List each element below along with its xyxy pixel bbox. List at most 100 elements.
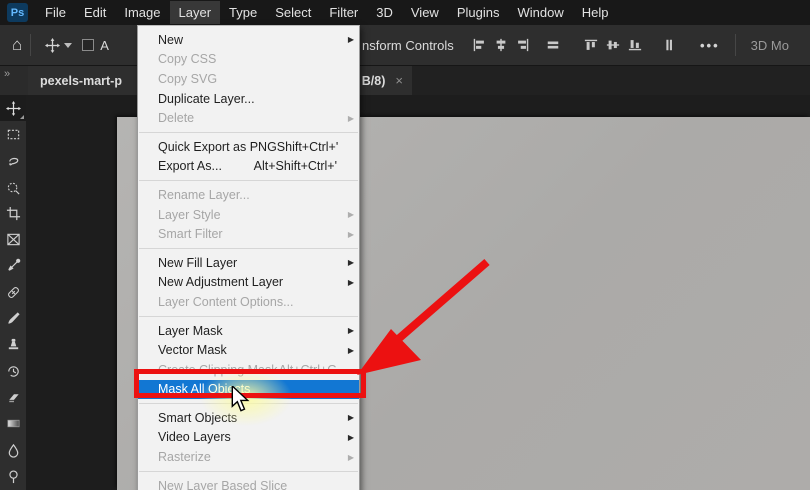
align-center-bars-icon[interactable] bbox=[544, 34, 561, 56]
gradient-tool[interactable] bbox=[0, 411, 26, 437]
photoshop-window: Ps File Edit Image Layer Type Select Filter 3D V… bbox=[0, 0, 810, 490]
gradient-tool-icon bbox=[7, 420, 19, 428]
move-tool-icon[interactable] bbox=[45, 37, 61, 53]
menu-item-label: Smart Objects bbox=[158, 410, 238, 425]
menu-item-label: Layer Mask bbox=[158, 323, 223, 338]
submenu-arrow-icon: ▶ bbox=[347, 326, 355, 336]
menu-item-shortcut: Shift+Ctrl+' bbox=[276, 139, 339, 154]
eyedropper-tool[interactable] bbox=[0, 253, 26, 279]
menu-item-export-as[interactable]: Export As... Alt+Shift+Ctrl+' bbox=[138, 157, 359, 177]
tools-panel bbox=[0, 95, 26, 490]
distribute-middle-icon[interactable] bbox=[604, 34, 621, 56]
menu-item-label: Export As... bbox=[158, 159, 222, 174]
brush-tool[interactable] bbox=[0, 305, 26, 331]
menubar-item-3d[interactable]: 3D bbox=[367, 1, 402, 24]
move-tool-icon bbox=[5, 100, 21, 116]
options-bar: ⌂ A nsform Controls ••• 3D Mo bbox=[0, 25, 810, 66]
menubar-item-layer[interactable]: Layer bbox=[169, 1, 221, 24]
frame-tool-icon bbox=[6, 233, 20, 246]
menu-item-label: Duplicate Layer... bbox=[158, 91, 255, 106]
menu-item-mask-all-objects[interactable]: Mask All Objects bbox=[138, 379, 359, 400]
history-brush-tool[interactable] bbox=[0, 358, 26, 384]
menu-item-label: Create Clipping Mask bbox=[158, 362, 278, 377]
align-center-h-icon[interactable] bbox=[492, 34, 509, 56]
menu-item-create-clipping-mask: Create Clipping Mask Alt+Ctrl+G bbox=[138, 360, 359, 380]
submenu-arrow-icon: ▶ bbox=[347, 229, 355, 239]
frame-tool[interactable] bbox=[0, 226, 26, 252]
menubar-item-window[interactable]: Window bbox=[508, 1, 572, 24]
menu-item-duplicate-layer[interactable]: Duplicate Layer... bbox=[138, 89, 359, 109]
auto-select-label-fragment: A bbox=[100, 37, 109, 53]
align-left-icon[interactable] bbox=[470, 34, 487, 56]
eraser-tool-icon bbox=[8, 394, 19, 403]
marquee-tool[interactable] bbox=[0, 121, 26, 147]
object-selection-tool-icon bbox=[7, 182, 20, 194]
crop-tool-icon bbox=[6, 206, 20, 220]
healing-brush-tool[interactable] bbox=[0, 279, 26, 305]
menu-item-label: Rename Layer... bbox=[158, 187, 250, 202]
menu-item-label: Quick Export as PNG bbox=[158, 139, 277, 154]
more-options-icon[interactable]: ••• bbox=[700, 38, 720, 53]
panel-collapse-icon[interactable]: » bbox=[0, 66, 28, 95]
menubar-item-view[interactable]: View bbox=[402, 1, 448, 24]
submenu-arrow-icon: ▶ bbox=[347, 413, 355, 423]
menubar-item-edit[interactable]: Edit bbox=[75, 1, 115, 24]
object-selection-tool[interactable] bbox=[0, 174, 26, 200]
align-bottom-icon[interactable] bbox=[626, 34, 643, 56]
menu-item-label: New Fill Layer bbox=[158, 255, 238, 270]
menubar-item-type[interactable]: Type bbox=[220, 1, 266, 24]
menubar-item-plugins[interactable]: Plugins bbox=[448, 1, 509, 24]
menubar-item-filter[interactable]: Filter bbox=[320, 1, 367, 24]
show-transform-controls-label-fragment[interactable]: nsform Controls bbox=[362, 38, 454, 53]
menu-item-label: New Layer Based Slice bbox=[158, 478, 288, 490]
menu-item-label: New bbox=[158, 32, 184, 47]
menu-bar: Ps File Edit Image Layer Type Select Filter 3D V… bbox=[0, 0, 810, 25]
align-top-icon[interactable] bbox=[582, 34, 599, 56]
menu-item-label: Vector Mask bbox=[158, 343, 227, 358]
menu-separator bbox=[139, 315, 358, 317]
submenu-arrow-icon: ▶ bbox=[347, 258, 355, 268]
move-tool[interactable] bbox=[0, 95, 26, 122]
menu-item-video-layers[interactable]: Video Layers ▶ bbox=[138, 428, 359, 448]
menu-item-layer-mask[interactable]: Layer Mask ▶ bbox=[138, 321, 359, 341]
crop-tool[interactable] bbox=[0, 200, 26, 226]
marquee-tool-icon bbox=[7, 129, 19, 140]
menubar-item-file[interactable]: File bbox=[36, 1, 75, 24]
blur-tool[interactable] bbox=[0, 437, 26, 463]
menubar-item-select[interactable]: Select bbox=[266, 1, 320, 24]
menu-item-new-adjustment-layer[interactable]: New Adjustment Layer ▶ bbox=[138, 273, 359, 293]
submenu-arrow-icon: ▶ bbox=[347, 113, 355, 123]
menu-item-quick-export-as-png[interactable]: Quick Export as PNG Shift+Ctrl+' bbox=[138, 137, 359, 157]
menu-separator bbox=[139, 247, 358, 249]
eraser-tool[interactable] bbox=[0, 384, 26, 410]
blur-tool-icon bbox=[8, 443, 18, 458]
tab-close-icon[interactable]: × bbox=[392, 73, 406, 88]
submenu-arrow-icon: ▶ bbox=[347, 452, 355, 462]
clone-stamp-tool[interactable] bbox=[0, 332, 26, 358]
menu-item-new[interactable]: New ▶ bbox=[138, 30, 359, 50]
menu-item-layer-style: Layer Style ▶ bbox=[138, 205, 359, 225]
menu-separator bbox=[139, 131, 358, 133]
photoshop-logo-icon: Ps bbox=[7, 3, 28, 22]
lasso-tool[interactable] bbox=[0, 148, 26, 174]
home-icon[interactable]: ⌂ bbox=[12, 35, 22, 55]
menu-item-shortcut: Alt+Ctrl+G bbox=[278, 362, 337, 377]
menubar-item-image[interactable]: Image bbox=[115, 1, 169, 24]
dodge-tool[interactable] bbox=[0, 463, 26, 489]
menubar-item-help[interactable]: Help bbox=[573, 1, 618, 24]
menu-item-label: Copy CSS bbox=[158, 52, 217, 67]
menu-item-label: Layer Style bbox=[158, 207, 221, 222]
menu-item-copy-svg: Copy SVG bbox=[138, 69, 359, 89]
menu-item-new-fill-layer[interactable]: New Fill Layer ▶ bbox=[138, 253, 359, 273]
auto-select-checkbox[interactable] bbox=[82, 39, 95, 51]
distribute-vertical-icon[interactable] bbox=[660, 34, 677, 56]
menu-item-smart-objects[interactable]: Smart Objects ▶ bbox=[138, 408, 359, 428]
menu-item-label: Mask All Objects bbox=[158, 382, 251, 397]
submenu-arrow-icon: ▶ bbox=[347, 277, 355, 287]
menu-item-rasterize: Rasterize ▶ bbox=[138, 447, 359, 467]
menu-item-smart-filter: Smart Filter ▶ bbox=[138, 224, 359, 244]
menu-item-vector-mask[interactable]: Vector Mask ▶ bbox=[138, 340, 359, 360]
chevron-down-icon[interactable] bbox=[64, 42, 73, 48]
menu-item-copy-css: Copy CSS bbox=[138, 50, 359, 70]
align-right-icon[interactable] bbox=[514, 34, 531, 56]
